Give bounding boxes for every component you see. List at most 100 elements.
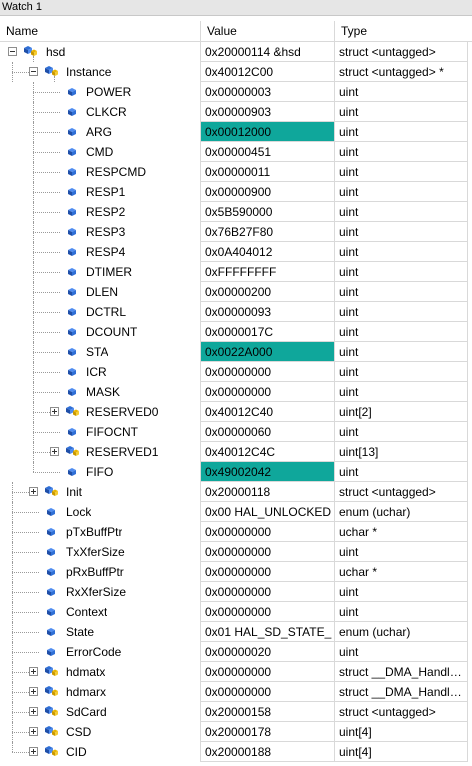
value-cell[interactable]: 0x40012C4C: [201, 442, 335, 462]
tree-row-cid[interactable]: CID 0x20000188 uint[4]: [0, 742, 472, 762]
name-cell[interactable]: RESP2: [0, 202, 201, 222]
value-cell[interactable]: 0x40012C40: [201, 402, 335, 422]
value-cell[interactable]: 0x5B590000: [201, 202, 335, 222]
tree-row-instance[interactable]: Instance 0x40012C00 struct <untagged> *: [0, 62, 472, 82]
tree-row-fifo[interactable]: FIFO 0x49002042 uint: [0, 462, 472, 482]
expand-icon[interactable]: [29, 687, 38, 696]
column-header-value[interactable]: Value: [201, 21, 335, 41]
expand-icon[interactable]: [29, 707, 38, 716]
name-cell[interactable]: SdCard: [0, 702, 201, 722]
column-header-name[interactable]: Name: [0, 21, 201, 41]
tree-row-dlen[interactable]: DLEN 0x00000200 uint: [0, 282, 472, 302]
collapse-icon[interactable]: [8, 47, 17, 56]
column-header-type[interactable]: Type: [335, 21, 472, 41]
value-cell[interactable]: 0x00000000: [201, 582, 335, 602]
tree-row-respcmd[interactable]: RESPCMD 0x00000011 uint: [0, 162, 472, 182]
value-cell[interactable]: 0x00000900: [201, 182, 335, 202]
tree-row-state[interactable]: State 0x01 HAL_SD_STATE_R... enum (uchar): [0, 622, 472, 642]
tree-row-resp1[interactable]: RESP1 0x00000900 uint: [0, 182, 472, 202]
name-cell[interactable]: CMD: [0, 142, 201, 162]
name-cell[interactable]: MASK: [0, 382, 201, 402]
tree-row-errorcode[interactable]: ErrorCode 0x00000020 uint: [0, 642, 472, 662]
tree-row-resp4[interactable]: RESP4 0x0A404012 uint: [0, 242, 472, 262]
name-cell[interactable]: Instance: [0, 62, 201, 82]
name-cell[interactable]: RESERVED1: [0, 442, 201, 462]
value-cell[interactable]: 0x00 HAL_UNLOCKED: [201, 502, 335, 522]
name-cell[interactable]: Context: [0, 602, 201, 622]
value-cell[interactable]: 0x76B27F80: [201, 222, 335, 242]
value-cell[interactable]: 0x00000000: [201, 382, 335, 402]
name-cell[interactable]: State: [0, 622, 201, 642]
tree-row-icr[interactable]: ICR 0x00000000 uint: [0, 362, 472, 382]
tree-row-dtimer[interactable]: DTIMER 0xFFFFFFFF uint: [0, 262, 472, 282]
name-cell[interactable]: RESPCMD: [0, 162, 201, 182]
name-cell[interactable]: CSD: [0, 722, 201, 742]
value-cell[interactable]: 0x00000093: [201, 302, 335, 322]
name-cell[interactable]: hsd: [0, 42, 201, 62]
value-cell[interactable]: 0x0A404012: [201, 242, 335, 262]
tree-row-txxfersize[interactable]: TxXferSize 0x00000000 uint: [0, 542, 472, 562]
expand-icon[interactable]: [29, 747, 38, 756]
tree-row-context[interactable]: Context 0x00000000 uint: [0, 602, 472, 622]
value-cell[interactable]: 0x00000000: [201, 362, 335, 382]
value-cell[interactable]: 0x40012C00: [201, 62, 335, 82]
value-cell[interactable]: 0x00000000: [201, 562, 335, 582]
value-cell[interactable]: 0x00000000: [201, 682, 335, 702]
name-cell[interactable]: hdmatx: [0, 662, 201, 682]
name-cell[interactable]: ErrorCode: [0, 642, 201, 662]
name-cell[interactable]: RESERVED0: [0, 402, 201, 422]
value-cell[interactable]: 0x00000000: [201, 542, 335, 562]
value-cell[interactable]: 0x20000178: [201, 722, 335, 742]
value-cell[interactable]: 0x0000017C: [201, 322, 335, 342]
value-cell[interactable]: 0x00012000: [201, 122, 335, 142]
value-cell[interactable]: 0x49002042: [201, 462, 335, 482]
tree-row-dctrl[interactable]: DCTRL 0x00000093 uint: [0, 302, 472, 322]
value-cell[interactable]: 0x00000020: [201, 642, 335, 662]
tree-row-init[interactable]: Init 0x20000118 struct <untagged>: [0, 482, 472, 502]
name-cell[interactable]: pTxBuffPtr: [0, 522, 201, 542]
value-cell[interactable]: 0x00000451: [201, 142, 335, 162]
value-cell[interactable]: 0x00000011: [201, 162, 335, 182]
value-cell[interactable]: 0x20000188: [201, 742, 335, 762]
name-cell[interactable]: ARG: [0, 122, 201, 142]
name-cell[interactable]: DTIMER: [0, 262, 201, 282]
value-cell[interactable]: 0x00000003: [201, 82, 335, 102]
value-cell[interactable]: 0x00000200: [201, 282, 335, 302]
expand-icon[interactable]: [29, 667, 38, 676]
name-cell[interactable]: RESP4: [0, 242, 201, 262]
tree-row-rxxfersize[interactable]: RxXferSize 0x00000000 uint: [0, 582, 472, 602]
tree-row-hdmatx[interactable]: hdmatx 0x00000000 struct __DMA_Handle...: [0, 662, 472, 682]
tree-row-csd[interactable]: CSD 0x20000178 uint[4]: [0, 722, 472, 742]
name-cell[interactable]: RESP1: [0, 182, 201, 202]
name-cell[interactable]: Lock: [0, 502, 201, 522]
value-cell[interactable]: 0x20000118: [201, 482, 335, 502]
expand-icon[interactable]: [29, 487, 38, 496]
name-cell[interactable]: FIFO: [0, 462, 201, 482]
value-cell[interactable]: 0x20000114 &hsd: [201, 42, 335, 62]
tree-row-hdmarx[interactable]: hdmarx 0x00000000 struct __DMA_Handle...: [0, 682, 472, 702]
tree-row-cmd[interactable]: CMD 0x00000451 uint: [0, 142, 472, 162]
value-cell[interactable]: 0x00000000: [201, 662, 335, 682]
tree-row-fifocnt[interactable]: FIFOCNT 0x00000060 uint: [0, 422, 472, 442]
tree-row-clkcr[interactable]: CLKCR 0x00000903 uint: [0, 102, 472, 122]
tree-row-power[interactable]: POWER 0x00000003 uint: [0, 82, 472, 102]
tree-row-reserved1[interactable]: RESERVED1 0x40012C4C uint[13]: [0, 442, 472, 462]
tree-row-lock[interactable]: Lock 0x00 HAL_UNLOCKED enum (uchar): [0, 502, 472, 522]
value-cell[interactable]: 0x00000000: [201, 602, 335, 622]
name-cell[interactable]: STA: [0, 342, 201, 362]
name-cell[interactable]: FIFOCNT: [0, 422, 201, 442]
name-cell[interactable]: hdmarx: [0, 682, 201, 702]
tree-row-resp3[interactable]: RESP3 0x76B27F80 uint: [0, 222, 472, 242]
expand-icon[interactable]: [50, 407, 59, 416]
value-cell[interactable]: 0x0022A000: [201, 342, 335, 362]
tree-row-prxbuffptr[interactable]: pRxBuffPtr 0x00000000 uchar *: [0, 562, 472, 582]
name-cell[interactable]: CLKCR: [0, 102, 201, 122]
value-cell[interactable]: 0x00000903: [201, 102, 335, 122]
name-cell[interactable]: ICR: [0, 362, 201, 382]
tree-row-hsd[interactable]: hsd 0x20000114 &hsd struct <untagged>: [0, 42, 472, 62]
value-cell[interactable]: 0x00000000: [201, 522, 335, 542]
expand-icon[interactable]: [50, 447, 59, 456]
tree-row-reserved0[interactable]: RESERVED0 0x40012C40 uint[2]: [0, 402, 472, 422]
value-cell[interactable]: 0x00000060: [201, 422, 335, 442]
tree-row-resp2[interactable]: RESP2 0x5B590000 uint: [0, 202, 472, 222]
